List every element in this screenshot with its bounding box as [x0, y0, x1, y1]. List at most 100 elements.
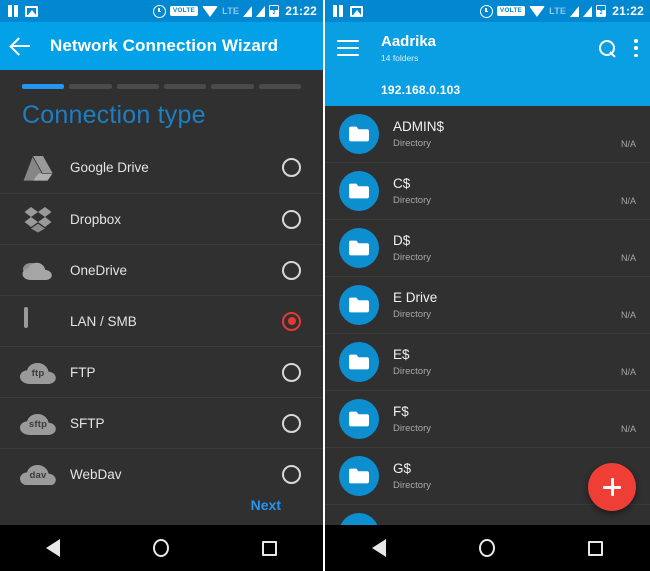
- folder-icon: [339, 456, 379, 496]
- file-row[interactable]: E Drive Directory N/A: [325, 277, 650, 334]
- dropbox-icon: [18, 202, 58, 236]
- file-row[interactable]: C$ Directory N/A: [325, 163, 650, 220]
- folder-icon: [339, 285, 379, 325]
- wizard-body: Connection type Google Drive Dropbox One…: [0, 70, 323, 525]
- status-bar-left: VOLTE LTE 2 21:22: [0, 0, 323, 22]
- lte-icon: LTE: [549, 6, 567, 16]
- file-name: E Drive: [393, 290, 438, 305]
- back-triangle-icon[interactable]: [371, 539, 386, 557]
- cloud-badge-text: dav: [29, 469, 47, 481]
- file-name: ADMIN$: [393, 119, 445, 134]
- file-name: F$: [393, 404, 409, 419]
- file-row[interactable]: F$ Directory N/A: [325, 391, 650, 448]
- file-kind: Directory: [393, 366, 432, 377]
- step-segment-3: [116, 84, 159, 89]
- step-segment-6: [258, 84, 301, 89]
- status-bar-right: VOLTE LTE 2 21:22: [325, 0, 650, 22]
- option-label: WebDav: [70, 466, 122, 482]
- folder-icon: [339, 342, 379, 382]
- wifi-icon: [202, 5, 219, 17]
- file-size: N/A: [620, 309, 636, 320]
- option-row-dropbox[interactable]: Dropbox: [0, 193, 323, 244]
- step-segment-2: [69, 84, 112, 89]
- webdav-cloud-icon: dav: [18, 457, 58, 485]
- search-icon[interactable]: [599, 39, 616, 57]
- signal-icon: [583, 5, 593, 17]
- option-row-sftp[interactable]: sftp SFTP: [0, 397, 323, 448]
- step-segment-4: [163, 84, 207, 89]
- recents-square-icon[interactable]: [588, 540, 604, 556]
- page-title: Network Connection Wizard: [50, 36, 279, 55]
- file-kind: Directory: [393, 480, 432, 491]
- next-button[interactable]: Next: [251, 497, 281, 513]
- step-segment-1: [22, 84, 65, 89]
- radio-dropbox[interactable]: [282, 209, 301, 229]
- pause-icon: [8, 5, 19, 17]
- option-row-onedrive[interactable]: OneDrive: [0, 244, 323, 295]
- file-list: ADMIN$ Directory N/A C$ Directory N/A D$…: [325, 106, 650, 525]
- file-meta: D$ Directory N/A: [393, 220, 650, 276]
- file-subrow: Directory N/A: [393, 366, 636, 377]
- home-circle-icon[interactable]: [478, 539, 495, 557]
- hamburger-icon[interactable]: [337, 40, 359, 56]
- file-kind: Directory: [393, 252, 432, 263]
- wifi-icon: [529, 5, 546, 17]
- phone-right-file-browser: VOLTE LTE 2 21:22 Aadrika 14 folders 192…: [325, 0, 650, 571]
- option-label: LAN / SMB: [70, 313, 137, 329]
- file-subrow: Directory N/A: [393, 138, 636, 149]
- file-meta: F$ Directory N/A: [393, 391, 650, 447]
- wizard-app-bar: Network Connection Wizard: [0, 22, 323, 70]
- signal-icon: [256, 5, 266, 17]
- file-name: E$: [393, 347, 410, 362]
- dual-phone-screenshot: VOLTE LTE 2 21:22 Network Connection Wiz…: [0, 0, 650, 571]
- recents-square-icon[interactable]: [261, 540, 277, 556]
- cloud-badge: ftp: [19, 360, 57, 385]
- file-row[interactable]: E$ Directory N/A: [325, 334, 650, 391]
- sftp-cloud-icon: sftp: [18, 406, 58, 440]
- step-indicator: [0, 70, 323, 95]
- option-label: Google Drive: [70, 160, 149, 175]
- option-row-lan-smb[interactable]: LAN / SMB: [0, 295, 323, 346]
- file-size: N/A: [620, 138, 636, 149]
- radio-webdav[interactable]: [282, 464, 301, 484]
- alarm-icon: [152, 4, 166, 18]
- android-nav-bar-right: [325, 525, 650, 571]
- google-drive-icon: [18, 151, 58, 185]
- image-icon: [350, 5, 363, 17]
- file-kind: Directory: [393, 195, 432, 206]
- status-bar-left-icons: [333, 5, 363, 17]
- file-meta: E Drive Directory N/A: [393, 277, 650, 333]
- file-subrow: Directory N/A: [393, 309, 636, 320]
- radio-sftp[interactable]: [282, 413, 301, 433]
- folder-icon: [339, 114, 379, 154]
- folder-icon: [339, 399, 379, 439]
- browser-app-bar: Aadrika 14 folders: [325, 22, 650, 74]
- radio-ftp[interactable]: [282, 362, 301, 382]
- option-row-webdav[interactable]: dav WebDav: [0, 448, 323, 485]
- file-subrow: Directory N/A: [393, 195, 636, 206]
- overflow-menu-icon[interactable]: [634, 39, 638, 57]
- radio-lan-smb[interactable]: [282, 311, 301, 331]
- address-bar[interactable]: 192.168.0.103: [325, 74, 650, 106]
- radio-onedrive[interactable]: [282, 260, 301, 280]
- monitor-glyph: [23, 306, 53, 334]
- file-row[interactable]: ADMIN$ Directory N/A: [325, 106, 650, 163]
- option-row-google-drive[interactable]: Google Drive: [0, 142, 323, 193]
- add-connection-fab[interactable]: [588, 463, 636, 511]
- option-row-ftp[interactable]: ftp FTP: [0, 346, 323, 397]
- file-row[interactable]: D$ Directory N/A: [325, 220, 650, 277]
- lte-icon: LTE: [222, 6, 240, 16]
- file-size: N/A: [620, 252, 636, 263]
- option-label: SFTP: [70, 415, 105, 431]
- browser-actions: [599, 39, 638, 57]
- status-clock: 21:22: [285, 4, 317, 18]
- back-triangle-icon[interactable]: [46, 539, 61, 557]
- android-nav-bar-left: [0, 525, 323, 571]
- back-arrow-icon[interactable]: [10, 35, 32, 57]
- home-circle-icon[interactable]: [152, 539, 169, 557]
- file-meta: ADMIN$ Directory N/A: [393, 106, 650, 162]
- folder-icon: [339, 171, 379, 211]
- cloud-badge-text: sftp: [28, 418, 48, 430]
- file-meta: E$ Directory N/A: [393, 334, 650, 390]
- radio-google-drive[interactable]: [282, 158, 301, 177]
